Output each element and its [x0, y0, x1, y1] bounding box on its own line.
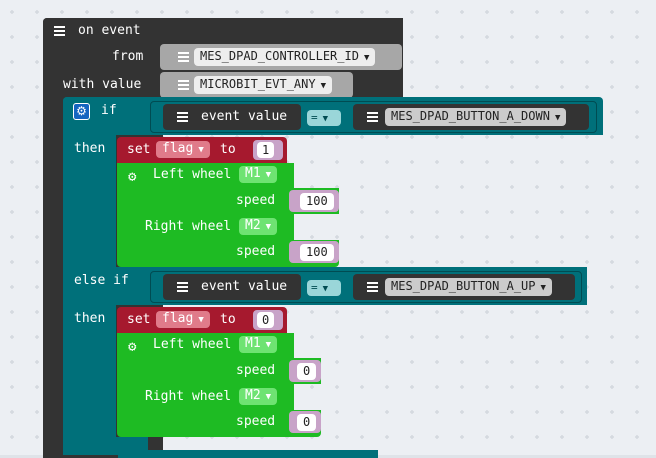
then-label: then [74, 311, 106, 326]
list-icon [178, 80, 189, 90]
event-value-label: event value [201, 279, 288, 294]
set-value-input[interactable]: 0 [257, 312, 275, 328]
motor-block-2[interactable]: ⚙ Left wheel M1 ▼ speed 0 Right wheel M2 ▼… [117, 333, 321, 437]
next-block-bar [118, 450, 378, 458]
left-wheel-label: Left wheel [153, 337, 232, 352]
with-value-label: with value [63, 77, 142, 92]
right-motor-dropdown[interactable]: M2 ▼ [239, 218, 278, 235]
list-icon [367, 112, 378, 122]
list-icon [178, 52, 189, 62]
set-label: set [127, 312, 151, 327]
list-icon [54, 26, 65, 36]
right-motor-dropdown[interactable]: M2 ▼ [239, 388, 278, 405]
else-if-label: else if [74, 273, 129, 288]
on-event-title: on event [78, 23, 141, 38]
condition1-compare-block[interactable]: event value = ▼ MES_DPAD_BUTTON_A_DOWN ▼ [150, 101, 597, 133]
set-value-input[interactable]: 1 [257, 142, 275, 158]
then-label: then [74, 141, 106, 156]
event-value-label: event value [201, 109, 288, 124]
event-value-block[interactable]: event value [163, 274, 301, 300]
to-label: to [220, 142, 236, 157]
with-value-dropdown[interactable]: MICROBIT_EVT_ANY ▼ [194, 76, 333, 94]
if-label: if [101, 103, 117, 118]
from-label: from [112, 49, 144, 64]
operator-dropdown[interactable]: = ▼ [307, 280, 341, 296]
left-speed-input[interactable]: 100 [300, 193, 334, 210]
variable-dropdown[interactable]: flag ▼ [156, 311, 210, 328]
left-speed-label: speed [236, 363, 276, 378]
list-icon [367, 282, 378, 292]
to-label: to [220, 312, 236, 327]
list-icon [177, 112, 188, 122]
button-dropdown[interactable]: MES_DPAD_BUTTON_A_UP ▼ [385, 278, 552, 296]
operator-dropdown[interactable]: = ▼ [307, 110, 341, 126]
button-dropdown[interactable]: MES_DPAD_BUTTON_A_DOWN ▼ [385, 108, 567, 126]
list-icon [177, 282, 188, 292]
left-motor-dropdown[interactable]: M1 ▼ [239, 336, 278, 353]
left-speed-label: speed [236, 193, 276, 208]
set-flag-block-2[interactable]: set flag ▼ to 0 [117, 307, 287, 333]
left-wheel-label: Left wheel [153, 167, 232, 182]
left-motor-dropdown[interactable]: M1 ▼ [239, 166, 278, 183]
right-speed-label: speed [236, 414, 276, 429]
gear-icon[interactable]: ⚙ [73, 103, 90, 120]
variable-dropdown[interactable]: flag ▼ [156, 141, 210, 158]
with-value-enum-block[interactable]: MICROBIT_EVT_ANY ▼ [160, 72, 353, 98]
right-speed-label: speed [236, 244, 276, 259]
right-speed-input[interactable]: 0 [297, 414, 317, 431]
set-flag-block-1[interactable]: set flag ▼ to 1 [117, 137, 287, 163]
right-speed-input[interactable]: 100 [300, 244, 334, 261]
motor-block-1[interactable]: ⚙ Left wheel M1 ▼ speed 100 Right wheel M… [117, 163, 339, 267]
button-enum-block[interactable]: MES_DPAD_BUTTON_A_UP ▼ [353, 274, 575, 300]
condition2-compare-block[interactable]: event value = ▼ MES_DPAD_BUTTON_A_UP ▼ [150, 271, 582, 303]
set-label: set [127, 142, 151, 157]
from-enum-block[interactable]: MES_DPAD_CONTROLLER_ID ▼ [160, 44, 402, 70]
from-dropdown[interactable]: MES_DPAD_CONTROLLER_ID ▼ [194, 48, 376, 66]
event-value-block[interactable]: event value [163, 104, 301, 130]
button-enum-block[interactable]: MES_DPAD_BUTTON_A_DOWN ▼ [353, 104, 589, 130]
gear-icon: ⚙ [128, 339, 137, 355]
right-wheel-label: Right wheel [145, 389, 232, 404]
left-speed-input[interactable]: 0 [297, 363, 317, 380]
gear-icon: ⚙ [128, 169, 137, 185]
right-wheel-label: Right wheel [145, 219, 232, 234]
